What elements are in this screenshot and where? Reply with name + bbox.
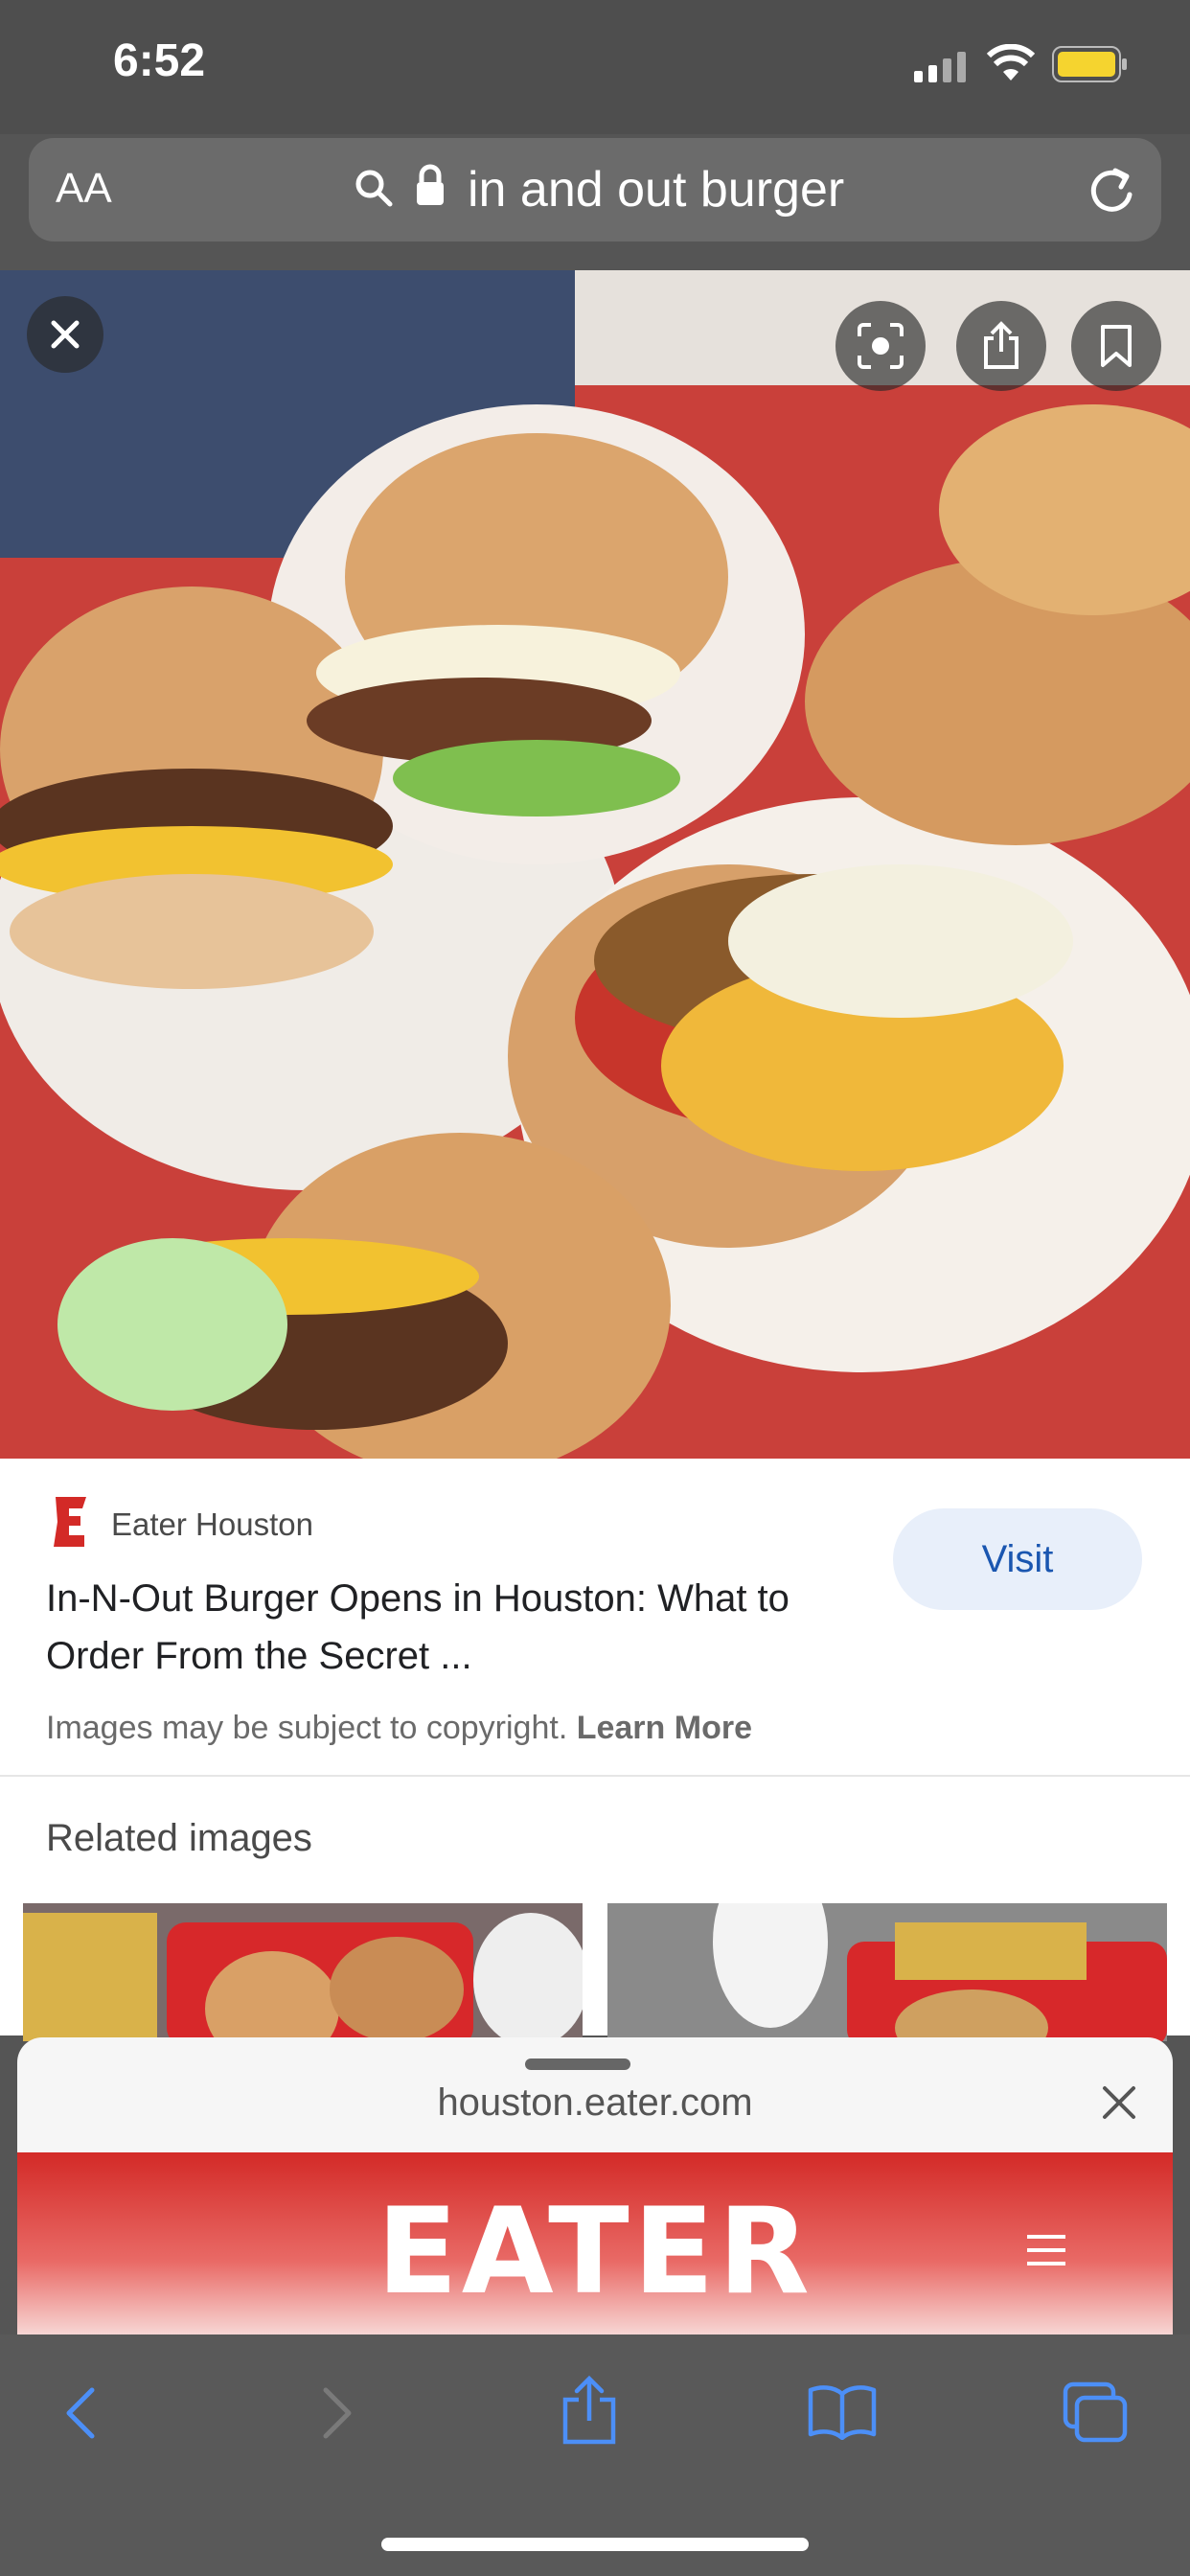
share-icon[interactable] bbox=[560, 2375, 619, 2446]
reload-icon[interactable] bbox=[1087, 163, 1136, 215]
home-indicator[interactable] bbox=[381, 2538, 809, 2551]
related-image-thumbnail[interactable] bbox=[23, 1903, 583, 2041]
wifi-icon bbox=[987, 44, 1035, 80]
search-icon bbox=[355, 170, 393, 207]
source-name[interactable]: Eater Houston bbox=[111, 1506, 313, 1543]
burger-image bbox=[0, 270, 1190, 1459]
copyright-notice: Images may be subject to copyright. Lear… bbox=[46, 1710, 752, 1747]
lens-button[interactable] bbox=[835, 301, 926, 391]
eater-logo-icon bbox=[54, 1497, 86, 1547]
close-viewer-button[interactable] bbox=[27, 296, 103, 373]
share-icon bbox=[984, 321, 1018, 369]
related-image-thumbnail[interactable] bbox=[607, 1903, 1167, 2041]
share-image-button[interactable] bbox=[956, 301, 1046, 391]
tabs-icon[interactable] bbox=[1062, 2380, 1129, 2444]
result-title[interactable]: In-N-Out Burger Opens in Houston: What t… bbox=[46, 1570, 889, 1685]
preview-domain: houston.eater.com bbox=[437, 2082, 753, 2124]
lock-icon bbox=[417, 164, 444, 205]
address-text[interactable]: in and out burger bbox=[468, 161, 844, 218]
learn-more-link[interactable]: Learn More bbox=[577, 1710, 752, 1746]
sheet-grabber[interactable] bbox=[525, 2058, 630, 2070]
visit-button[interactable]: Visit bbox=[893, 1508, 1142, 1610]
battery-icon bbox=[1052, 46, 1127, 82]
copyright-text: Images may be subject to copyright. bbox=[46, 1710, 568, 1746]
signal-icon bbox=[914, 52, 966, 82]
bookmarks-icon[interactable] bbox=[807, 2382, 878, 2440]
site-logo[interactable]: EATER bbox=[0, 2183, 1190, 2321]
text-size-button[interactable]: AA bbox=[56, 165, 112, 213]
forward-icon[interactable] bbox=[316, 2384, 358, 2442]
bookmark-icon bbox=[1101, 325, 1132, 367]
save-image-button[interactable] bbox=[1071, 301, 1161, 391]
menu-icon[interactable] bbox=[1025, 2233, 1067, 2267]
status-time: 6:52 bbox=[113, 35, 206, 86]
close-icon[interactable] bbox=[1100, 2083, 1138, 2122]
close-icon bbox=[51, 320, 80, 349]
related-images-heading: Related images bbox=[46, 1817, 312, 1859]
lens-icon bbox=[858, 323, 904, 369]
back-icon[interactable] bbox=[59, 2384, 102, 2442]
